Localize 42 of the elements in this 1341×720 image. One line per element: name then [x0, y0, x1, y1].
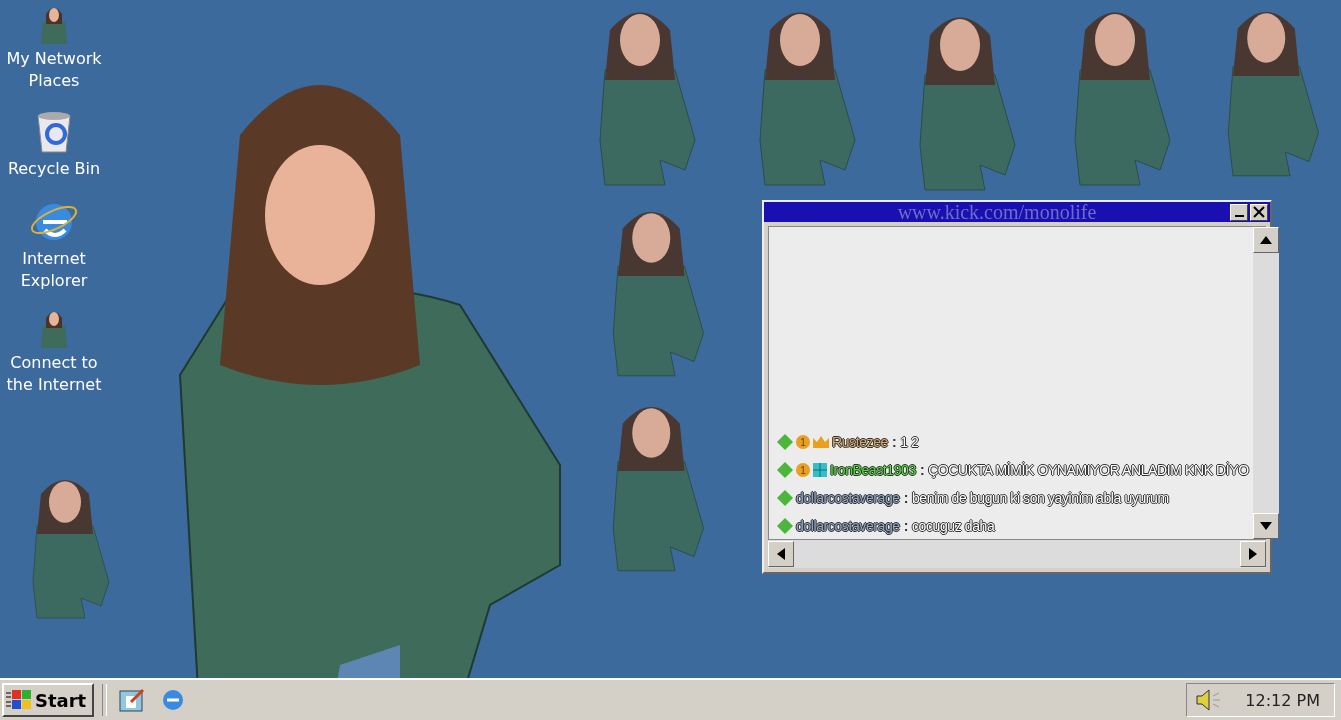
notepad-pencil-icon[interactable] — [119, 688, 146, 712]
chat-separator: : — [918, 462, 926, 478]
icon-label: My Network Places — [5, 48, 103, 92]
left-arrow-icon — [777, 548, 785, 560]
diamond-badge-icon — [777, 518, 793, 534]
crown-badge-icon — [813, 436, 829, 448]
chat-message-text: ÇOCUKTA MİMİK OYNAMIYOR ANLADIM KNK DİYO — [928, 462, 1249, 478]
chat-message-text: 1 2 — [900, 434, 919, 450]
coin-badge: 1 — [796, 463, 810, 477]
minimize-icon — [1234, 215, 1244, 217]
down-arrow-icon — [1259, 522, 1272, 530]
window-title: www.kick.com/monolife — [896, 202, 1098, 222]
chat-message-text: benim de bugun ki son yayinim abla uyurum — [912, 490, 1169, 506]
up-arrow-icon — [1259, 236, 1272, 244]
icon-label: Recycle Bin — [6, 158, 102, 180]
desktop-icon[interactable]: My Network Places — [1, 4, 107, 92]
clock: 12:12 PM — [1245, 690, 1320, 710]
desktop-icon[interactable]: Recycle Bin — [1, 108, 107, 180]
desktop-icon[interactable]: Internet Explorer — [1, 196, 107, 292]
scroll-down-button[interactable] — [1252, 513, 1279, 539]
speaker-icon[interactable] — [1195, 688, 1222, 712]
icon-label: Connect to the Internet — [5, 352, 103, 396]
right-arrow-icon — [1249, 548, 1257, 560]
diamond-badge-icon — [777, 434, 793, 450]
close-icon — [1253, 206, 1265, 218]
start-button[interactable]: Start — [2, 683, 95, 717]
coin-badge: 1 — [796, 435, 810, 449]
diamond-badge-icon — [777, 490, 793, 506]
chat-separator: : — [890, 434, 898, 450]
chat-separator: : — [902, 518, 909, 534]
scroll-right-button[interactable] — [1240, 541, 1266, 567]
icon-label: Internet Explorer — [19, 248, 89, 292]
chat-separator: : — [902, 490, 909, 506]
minimize-button[interactable] — [1230, 203, 1248, 221]
diamond-badge-icon — [777, 462, 793, 478]
scroll-up-button[interactable] — [1252, 227, 1279, 253]
windows-flag-icon — [6, 689, 32, 711]
desktop-icon[interactable]: Connect to the Internet — [1, 308, 107, 396]
close-button[interactable] — [1250, 203, 1268, 221]
scroll-left-button[interactable] — [768, 541, 794, 567]
grid-badge-icon — [813, 463, 827, 477]
chat-message-text: cocuguz daha — [912, 518, 995, 534]
